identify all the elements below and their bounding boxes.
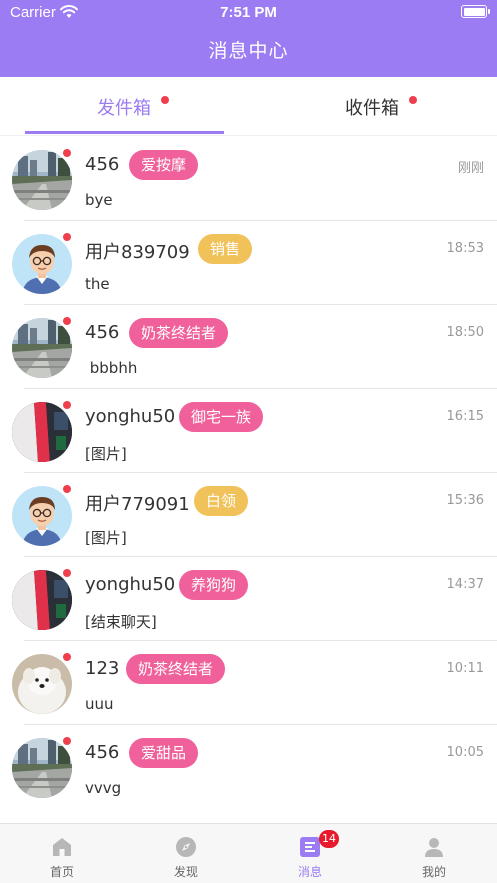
message-time: 15:36 (446, 493, 484, 508)
message-preview: [结束聊天] (85, 613, 157, 631)
message-row[interactable]: 456 奶茶终结者 18:50 bbbhh (0, 305, 497, 389)
page-title: 消息中心 (208, 40, 289, 62)
tabbar-home[interactable]: 首页 (0, 824, 124, 883)
message-time: 16:15 (446, 409, 484, 424)
message-row[interactable]: 用户839709 销售 18:53 the (0, 221, 497, 305)
unread-dot (62, 568, 72, 578)
unread-dot (62, 736, 72, 746)
message-row[interactable]: yonghu50 养狗狗 14:37 [结束聊天] (0, 557, 497, 641)
avatar[interactable] (12, 234, 72, 294)
bottom-tab-bar: 首页 发现 14 消息 我的 (0, 823, 497, 883)
unread-dot (62, 232, 72, 242)
tabbar-profile-label: 我的 (421, 865, 446, 879)
status-bar: Carrier 7:51 PM (0, 0, 497, 26)
message-time: 刚刚 (457, 161, 484, 176)
tabbar-discover-label: 发现 (173, 865, 198, 879)
unread-count-badge: 14 (319, 830, 339, 848)
interest-tag: 养狗狗 (179, 570, 249, 600)
home-icon (53, 838, 71, 856)
unread-dot (62, 148, 72, 158)
message-icon (300, 837, 320, 857)
profile-icon (425, 838, 443, 857)
header: Carrier 7:51 PM 消息中心 (0, 0, 497, 77)
sender-name: 123 (85, 658, 120, 679)
active-tab-indicator (25, 131, 224, 134)
message-time: 10:11 (446, 661, 484, 676)
interest-tag: 御宅一族 (179, 402, 264, 432)
message-row[interactable]: 456 爱按摩 刚刚 bye (0, 137, 497, 221)
compass-icon (176, 837, 196, 857)
unread-dot (62, 316, 72, 326)
status-time: 7:51 PM (220, 4, 277, 21)
unread-dot (62, 400, 72, 410)
message-row[interactable]: 123 奶茶终结者 10:11 uuu (0, 641, 497, 725)
battery-icon (461, 5, 490, 18)
interest-tag: 爱按摩 (129, 150, 199, 180)
sender-name: 456 (85, 322, 120, 343)
tabbar-messages-label: 消息 (297, 865, 322, 879)
message-time: 18:50 (446, 325, 484, 340)
avatar[interactable] (12, 402, 72, 462)
tab-inbox[interactable]: 收件箱 (248, 77, 496, 136)
interest-tag: 爱甜品 (129, 738, 199, 768)
avatar[interactable] (12, 486, 72, 546)
message-preview: vvvg (85, 779, 122, 797)
message-preview: bbbhh (85, 359, 138, 377)
tab-outbox-label: 发件箱 (97, 98, 151, 119)
mailbox-tabs: 发件箱 收件箱 (0, 77, 497, 136)
message-row[interactable]: 用户779091 白领 15:36 [图片] (0, 473, 497, 557)
avatar[interactable] (12, 654, 72, 714)
avatar[interactable] (12, 150, 72, 210)
tab-inbox-label: 收件箱 (345, 98, 399, 119)
message-preview: [图片] (85, 445, 127, 463)
message-time: 14:37 (446, 577, 484, 592)
avatar[interactable] (12, 318, 72, 378)
message-preview: bye (85, 191, 113, 209)
sender-name: yonghu50 (85, 406, 176, 427)
tabbar-profile[interactable]: 我的 (372, 824, 496, 883)
message-preview: uuu (85, 695, 114, 713)
sender-name: 用户839709 (85, 242, 190, 263)
avatar[interactable] (12, 738, 72, 798)
tab-inbox-dot (409, 96, 417, 104)
message-row[interactable]: 456 爱甜品 10:05 vvvg (0, 725, 497, 807)
message-list[interactable]: 456 爱按摩 刚刚 bye 用户839709 销售 18:53 the 456 奶茶终结者 1… (0, 137, 497, 807)
tabbar-home-label: 首页 (49, 865, 74, 879)
avatar[interactable] (12, 570, 72, 630)
sender-name: 456 (85, 154, 120, 175)
tab-outbox-dot (161, 96, 169, 104)
unread-dot (62, 484, 72, 494)
sender-name: yonghu50 (85, 574, 176, 595)
interest-tag: 奶茶终结者 (129, 318, 229, 348)
message-time: 10:05 (446, 745, 484, 760)
interest-tag: 销售 (198, 234, 253, 264)
message-preview: [图片] (85, 529, 127, 547)
unread-dot (62, 652, 72, 662)
sender-name: 用户779091 (85, 494, 190, 515)
tabbar-messages[interactable]: 14 消息 (248, 824, 372, 883)
interest-tag: 白领 (194, 486, 249, 516)
message-time: 18:53 (446, 241, 484, 256)
message-preview: the (85, 275, 110, 293)
tabbar-discover[interactable]: 发现 (124, 824, 248, 883)
tab-outbox[interactable]: 发件箱 (0, 77, 248, 136)
interest-tag: 奶茶终结者 (126, 654, 226, 684)
sender-name: 456 (85, 742, 120, 763)
message-row[interactable]: yonghu50 御宅一族 16:15 [图片] (0, 389, 497, 473)
